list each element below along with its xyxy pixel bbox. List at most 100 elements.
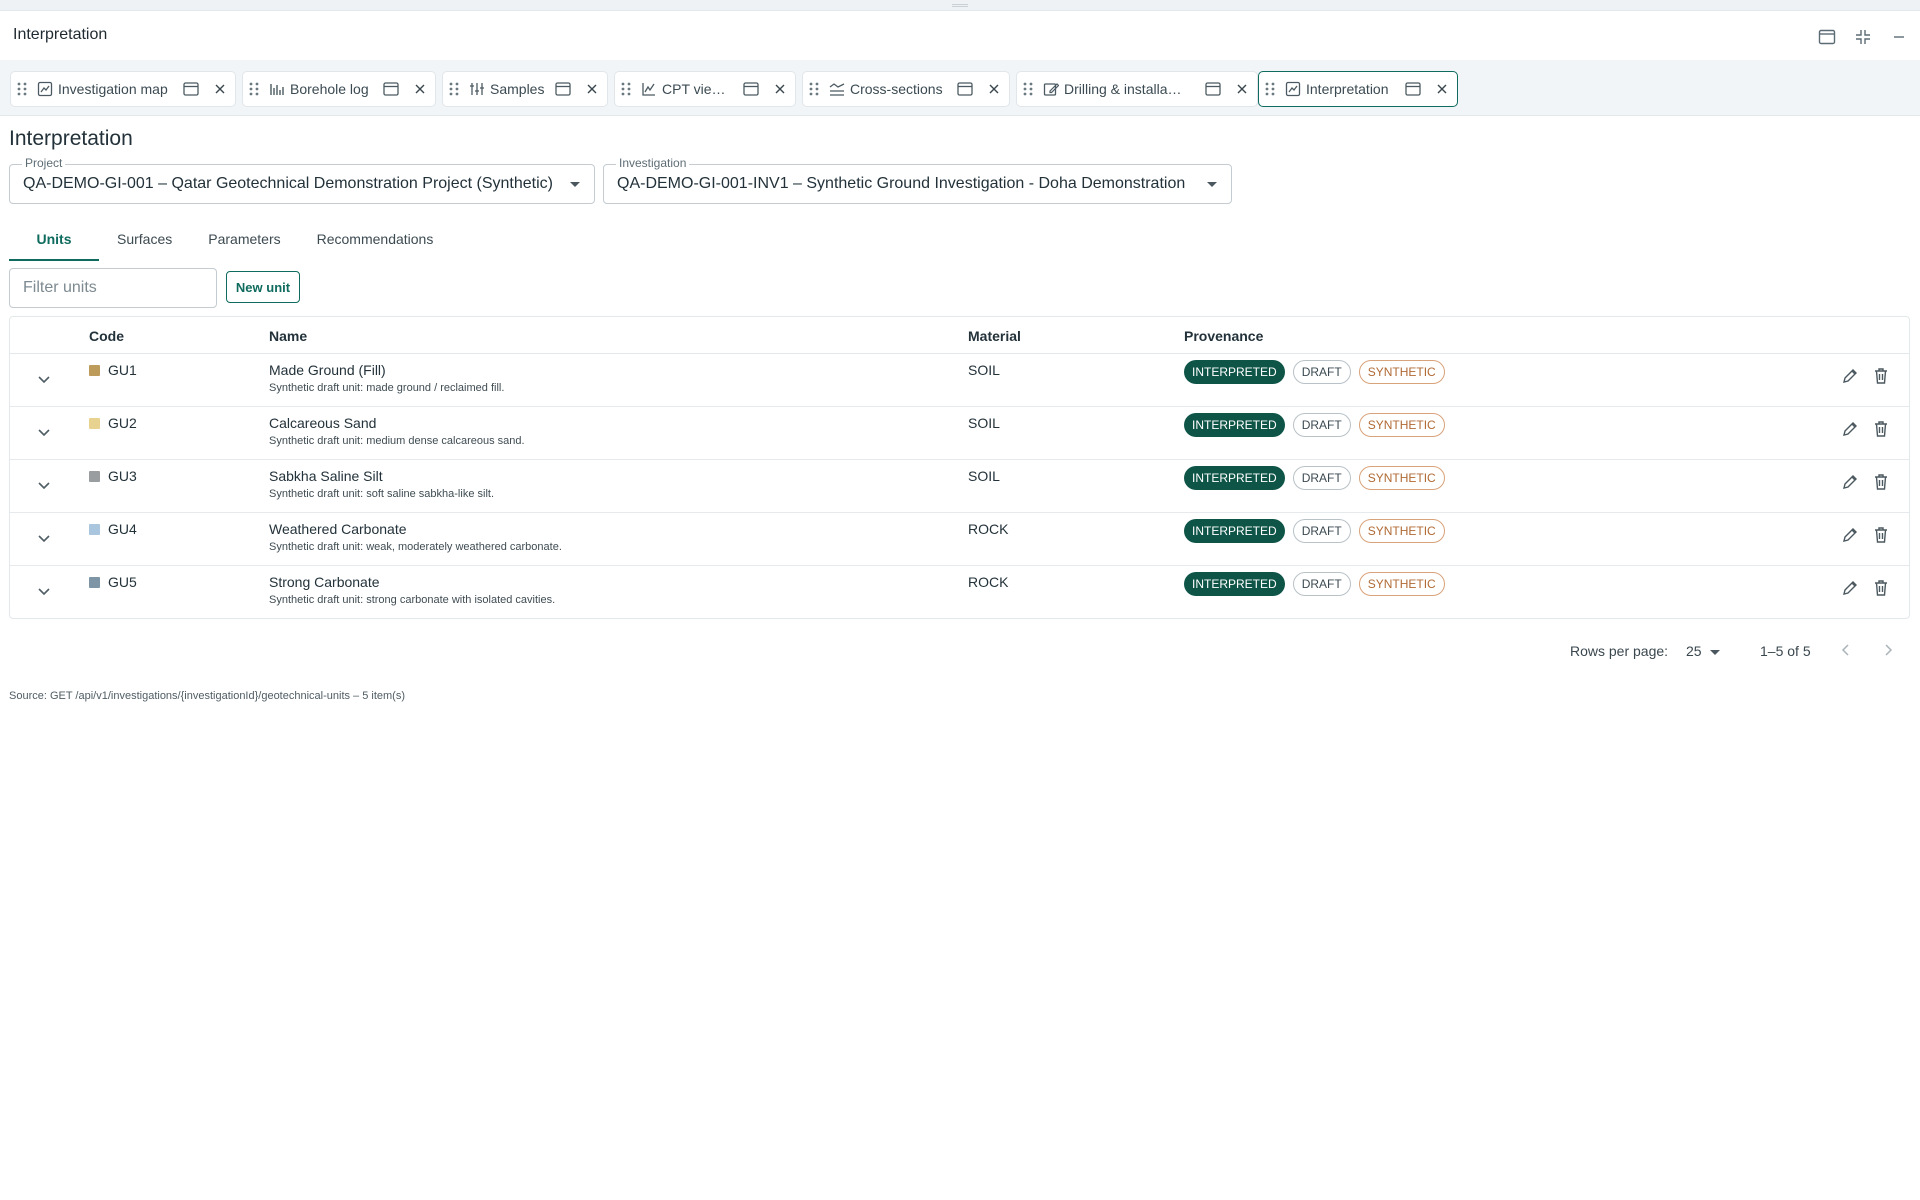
investigation-select[interactable]: Investigation QA-DEMO-GI-001-INV1 – Synt…	[603, 156, 1232, 204]
close-icon[interactable]	[1435, 82, 1449, 96]
delete-icon[interactable]	[1871, 419, 1891, 439]
provenance-chips: INTERPRETED DRAFT SYNTHETIC	[1184, 466, 1453, 490]
workspace-tab-label: Cross-sections	[850, 81, 943, 97]
table-header: Code Name Material Provenance	[10, 317, 1909, 354]
workspace-tab-label: Samples	[490, 81, 545, 97]
workspace-tab-cpt-viewer[interactable]: CPT viewer	[614, 71, 796, 107]
unit-code: GU2	[108, 415, 137, 431]
drag-handle-icon[interactable]	[809, 81, 823, 97]
project-select[interactable]: Project QA-DEMO-GI-001 – Qatar Geotechni…	[9, 156, 595, 204]
table-row[interactable]: GU2 Calcareous Sand Synthetic draft unit…	[10, 407, 1909, 460]
edit-icon[interactable]	[1840, 472, 1860, 492]
delete-icon[interactable]	[1871, 525, 1891, 545]
chevron-left-icon	[1841, 644, 1849, 656]
pagination-range: 1–5 of 5	[1760, 643, 1811, 659]
tab-units[interactable]: Units	[9, 218, 99, 260]
minimize-window-icon[interactable]	[1888, 26, 1910, 48]
edit-icon[interactable]	[1840, 525, 1860, 545]
edit-icon[interactable]	[1840, 578, 1860, 598]
expand-row-icon[interactable]	[32, 421, 56, 445]
edit-icon[interactable]	[1840, 366, 1860, 386]
resize-grip-icon[interactable]	[952, 4, 968, 7]
workspace-tab-borehole-log[interactable]: Borehole log	[242, 71, 436, 107]
bar-chart-icon	[269, 81, 285, 97]
line-chart-icon	[641, 81, 657, 97]
drag-handle-icon[interactable]	[17, 81, 31, 97]
chevron-right-icon	[1885, 644, 1893, 656]
map-chart-icon	[1285, 81, 1301, 97]
close-icon[interactable]	[585, 82, 599, 96]
drag-handle-icon[interactable]	[621, 81, 635, 97]
unit-description: Synthetic draft unit: made ground / recl…	[269, 382, 505, 394]
project-select-label: Project	[22, 156, 66, 170]
popout-icon[interactable]	[1405, 81, 1423, 97]
section-tabs: Units Surfaces Parameters Recommendation…	[9, 218, 451, 260]
unit-code: GU5	[108, 574, 137, 590]
header-material[interactable]: Material	[968, 328, 1021, 344]
workspace-tab-drilling-installation[interactable]: Drilling & installa…	[1016, 71, 1258, 107]
rows-per-page-select[interactable]: 25	[1686, 643, 1720, 663]
table-row[interactable]: GU1 Made Ground (Fill) Synthetic draft u…	[10, 354, 1909, 407]
tab-parameters[interactable]: Parameters	[190, 218, 298, 260]
provenance-chip: SYNTHETIC	[1358, 360, 1445, 384]
expand-row-icon[interactable]	[32, 368, 56, 392]
popout-icon[interactable]	[957, 81, 975, 97]
workspace-tab-cross-sections[interactable]: Cross-sections	[802, 71, 1010, 107]
workspace-tab-label: Borehole log	[290, 81, 369, 97]
popout-icon[interactable]	[743, 81, 761, 97]
header-name[interactable]: Name	[269, 328, 307, 344]
header-code[interactable]: Code	[89, 328, 124, 344]
close-icon[interactable]	[773, 82, 787, 96]
unit-material: SOIL	[968, 362, 1000, 378]
workspace-tab-label: CPT viewer	[662, 81, 733, 97]
workspace-tab-samples[interactable]: Samples	[442, 71, 608, 107]
collapse-window-icon[interactable]	[1852, 26, 1874, 48]
table-row[interactable]: GU3 Sabkha Saline Silt Synthetic draft u…	[10, 460, 1909, 513]
new-unit-button[interactable]: New unit	[226, 271, 300, 303]
drag-handle-icon[interactable]	[249, 81, 263, 97]
unit-material: ROCK	[968, 574, 1009, 590]
expand-row-icon[interactable]	[32, 474, 56, 498]
close-icon[interactable]	[413, 82, 427, 96]
expand-row-icon[interactable]	[32, 527, 56, 551]
close-icon[interactable]	[213, 82, 227, 96]
delete-icon[interactable]	[1871, 472, 1891, 492]
provenance-chip: DRAFT	[1292, 360, 1351, 384]
popout-icon[interactable]	[183, 81, 201, 97]
provenance-chip: DRAFT	[1292, 466, 1351, 490]
tab-surfaces[interactable]: Surfaces	[99, 218, 190, 260]
filter-units-input[interactable]	[9, 268, 217, 308]
unit-color-swatch	[89, 524, 100, 535]
previous-page-button[interactable]	[1840, 643, 1852, 663]
tab-recommendations[interactable]: Recommendations	[299, 218, 452, 260]
unit-material: SOIL	[968, 415, 1000, 431]
drag-handle-icon[interactable]	[449, 81, 463, 97]
workspace-tab-interpretation[interactable]: Interpretation	[1258, 71, 1458, 107]
table-row[interactable]: GU5 Strong Carbonate Synthetic draft uni…	[10, 566, 1909, 619]
close-icon[interactable]	[1235, 82, 1249, 96]
popout-icon[interactable]	[383, 81, 401, 97]
popout-icon[interactable]	[555, 81, 573, 97]
popout-icon[interactable]	[1205, 81, 1223, 97]
workspace-tab-strip: Investigation map Borehole log Samples C…	[0, 60, 1920, 116]
window-titlebar: Interpretation	[0, 11, 1920, 60]
expand-row-icon[interactable]	[32, 580, 56, 604]
delete-icon[interactable]	[1871, 366, 1891, 386]
next-page-button[interactable]	[1882, 643, 1894, 663]
unit-description: Synthetic draft unit: strong carbonate w…	[269, 594, 556, 606]
workspace-tab-label: Interpretation	[1306, 81, 1389, 97]
unit-name: Made Ground (Fill)	[269, 362, 386, 378]
drag-handle-icon[interactable]	[1265, 81, 1279, 97]
rows-per-page-value: 25	[1686, 643, 1702, 659]
unit-color-swatch	[89, 418, 100, 429]
edit-icon[interactable]	[1840, 419, 1860, 439]
table-row[interactable]: GU4 Weathered Carbonate Synthetic draft …	[10, 513, 1909, 566]
drag-handle-icon[interactable]	[1023, 81, 1037, 97]
workspace-tab-investigation-map[interactable]: Investigation map	[10, 71, 236, 107]
close-icon[interactable]	[987, 82, 1001, 96]
delete-icon[interactable]	[1871, 578, 1891, 598]
header-provenance[interactable]: Provenance	[1184, 328, 1263, 344]
provenance-chip: SYNTHETIC	[1358, 413, 1445, 437]
provenance-chips: INTERPRETED DRAFT SYNTHETIC	[1184, 519, 1453, 543]
popout-window-icon[interactable]	[1816, 26, 1838, 48]
